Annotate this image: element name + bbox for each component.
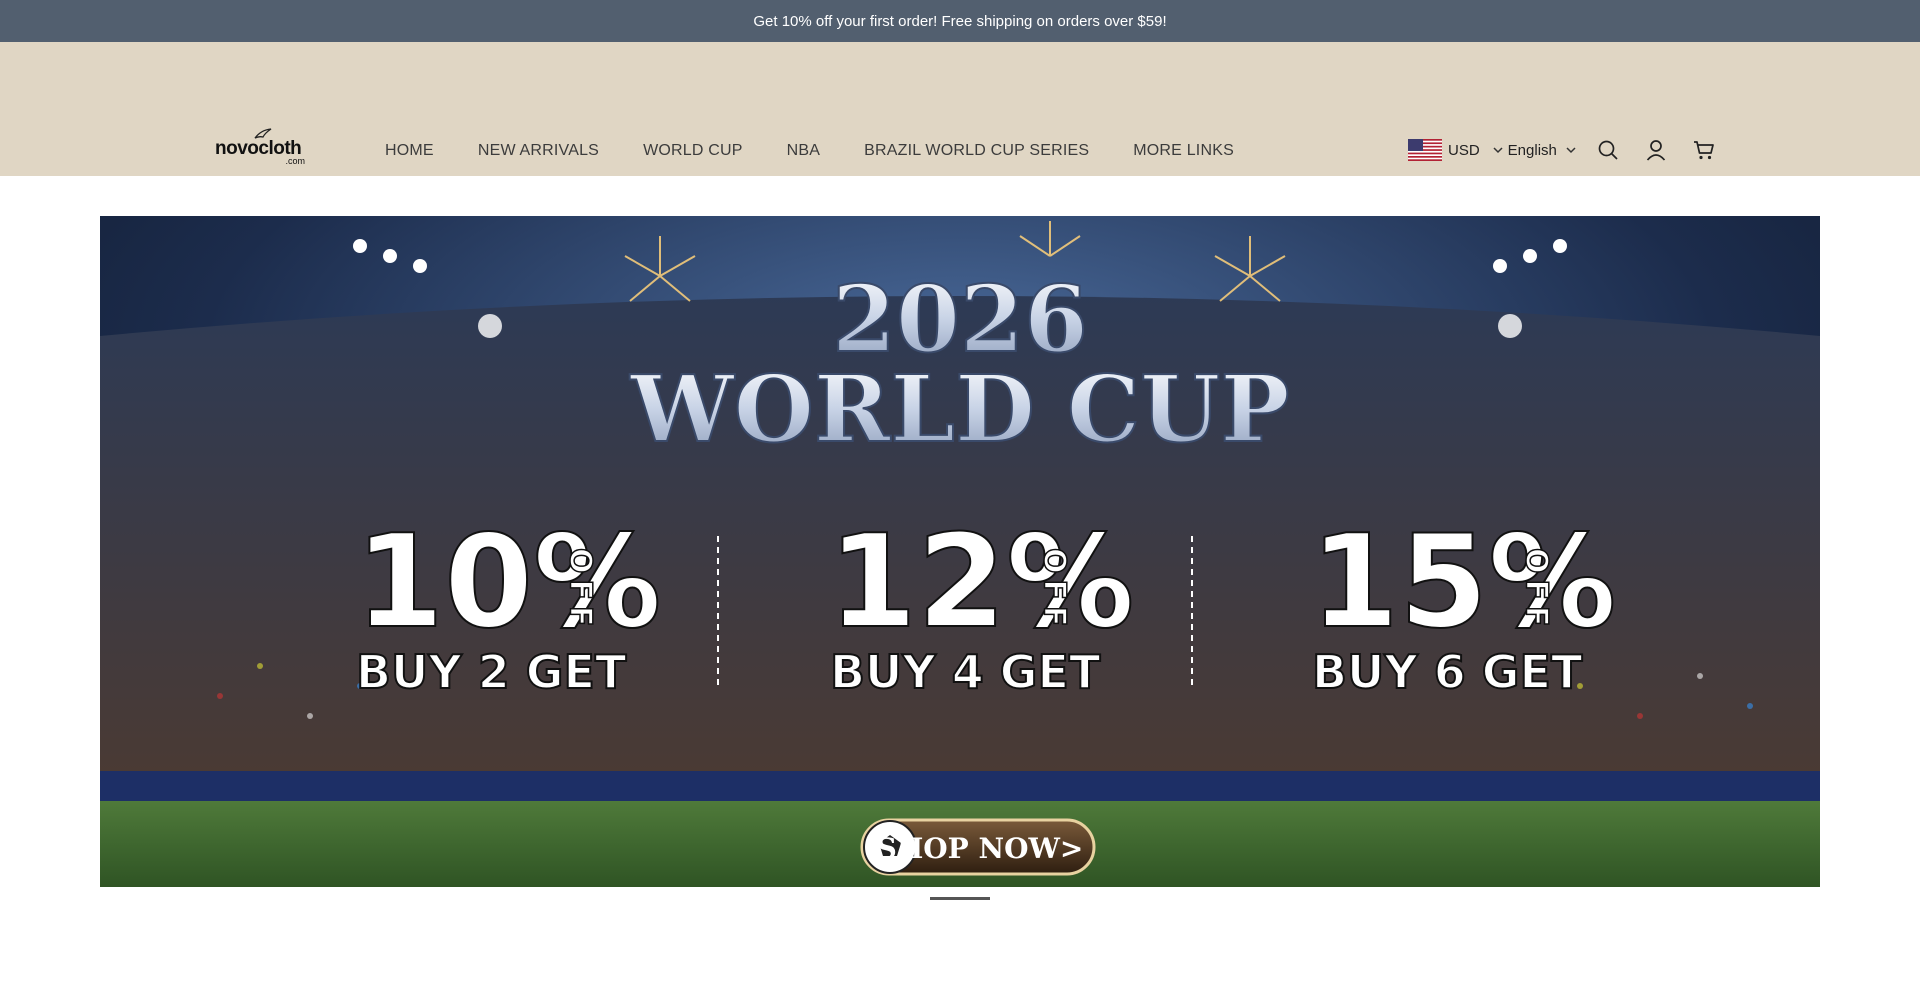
main-nav: HOME NEW ARRIVALS WORLD CUP NBA BRAZIL W… [385,142,1278,160]
nav-nba[interactable]: NBA [787,142,821,160]
offer-2-label: BUY 4 GET [830,645,1101,699]
brand-suffix: .com [285,156,305,166]
nav-world-cup[interactable]: WORLD CUP [643,142,743,160]
offer-1-percent: 10% [355,508,661,657]
cart-icon[interactable] [1693,139,1715,161]
header-tools: USD English [1408,138,1715,162]
offer-3-percent: 15% [1310,508,1616,657]
shop-now-button[interactable]: SHOP NOW> [860,818,1096,876]
currency-selector[interactable]: USD [1448,142,1480,159]
nav-more-links[interactable]: MORE LINKS [1133,142,1234,160]
brand-logo[interactable]: novocloth .com [215,128,307,168]
offer-2-percent: 12% [828,508,1134,657]
carousel-indicator[interactable] [930,897,990,900]
announcement-text: Get 10% off your first order! Free shipp… [753,12,1167,30]
chevron-down-icon[interactable] [1565,144,1577,156]
offer-1-label: BUY 2 GET [356,645,627,699]
nav-new-arrivals[interactable]: NEW ARRIVALS [478,142,599,160]
offer-1-off: OFF [563,548,598,633]
offer-3-off: OFF [1519,548,1554,633]
offer-2-off: OFF [1037,548,1072,633]
announcement-bar: Get 10% off your first order! Free shipp… [0,0,1920,42]
us-flag-icon [1408,139,1442,161]
hero-title-event: WORLD CUP [629,355,1289,463]
chevron-down-icon[interactable] [1492,144,1504,156]
account-icon[interactable] [1645,139,1667,161]
nav-brazil-world-cup-series[interactable]: BRAZIL WORLD CUP SERIES [864,142,1089,160]
search-icon[interactable] [1597,139,1619,161]
hero-banner[interactable]: 2026 WORLD CUP 10% BUY 2 GET 12% BUY 4 G… [100,216,1820,887]
language-selector[interactable]: English [1508,142,1557,159]
shop-now-label[interactable]: SHOP NOW> [877,832,1084,865]
offer-3-label: BUY 6 GET [1312,645,1583,699]
site-header: novocloth .com HOME NEW ARRIVALS WORLD C… [0,42,1920,176]
nav-home[interactable]: HOME [385,142,434,160]
hero-banner-art: 2026 WORLD CUP 10% BUY 2 GET 12% BUY 4 G… [100,216,1820,887]
